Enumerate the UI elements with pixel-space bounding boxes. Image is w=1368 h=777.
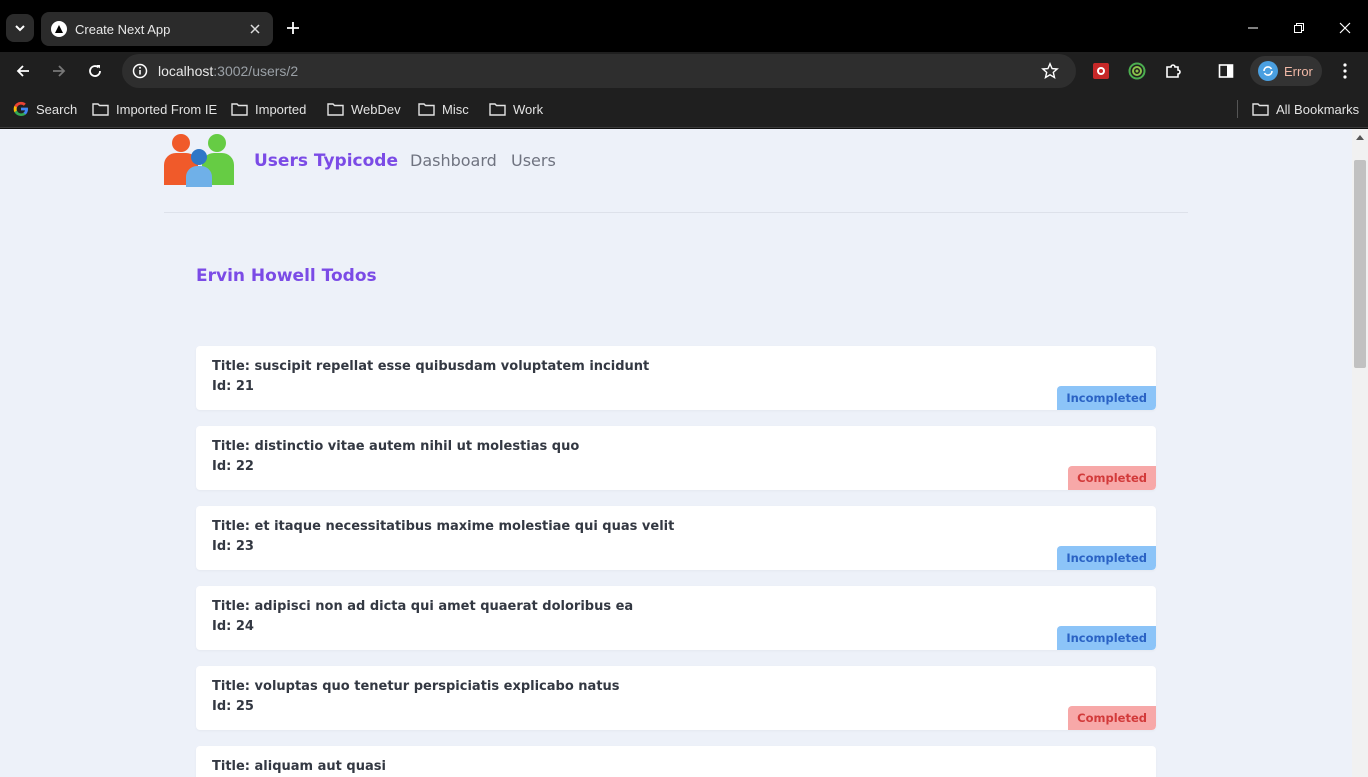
bookmark-label: Imported	[255, 101, 307, 117]
site-info-icon[interactable]	[130, 61, 150, 81]
extensions-menu-button[interactable]	[1159, 57, 1187, 85]
all-bookmarks-button[interactable]: All Bookmarks	[1252, 99, 1359, 119]
bookmarks-bar: Search Imported From IE Imported WebDev …	[0, 90, 1368, 128]
todo-title: Title: adipisci non ad dicta qui amet qu…	[212, 599, 634, 614]
address-bar[interactable]: localhost:3002/users/2	[122, 54, 1076, 88]
todo-card: Title: adipisci non ad dicta qui amet qu…	[196, 586, 1156, 650]
todo-id: Id: 23	[212, 539, 254, 554]
todo-id: Id: 21	[212, 379, 254, 394]
todo-title: Title: voluptas quo tenetur perspiciatis…	[212, 679, 620, 694]
reload-icon	[89, 65, 101, 77]
nav-link-dashboard[interactable]: Dashboard	[410, 151, 497, 170]
sync-error-icon	[1263, 66, 1273, 76]
users-logo-icon[interactable]	[164, 133, 236, 187]
bookmark-folder-work[interactable]: Work	[489, 99, 543, 119]
todo-title: Title: et itaque necessitatibus maxime m…	[212, 519, 675, 534]
restore-button[interactable]	[1276, 8, 1322, 48]
bookmark-folder-imported[interactable]: Imported	[231, 99, 306, 119]
todo-title: Title: suscipit repellat esse quibusdam …	[212, 359, 650, 374]
bookmark-label: WebDev	[351, 101, 401, 117]
page-title: Ervin Howell Todos	[196, 266, 377, 286]
bookmark-folder-misc[interactable]: Misc	[418, 99, 469, 119]
status-badge: Completed	[1068, 466, 1156, 490]
puzzle-icon	[1166, 64, 1181, 78]
todo-card: Title: distinctio vitae autem nihil ut m…	[196, 426, 1156, 490]
profile-avatar	[1258, 61, 1278, 81]
browser-toolbar: localhost:3002/users/2 Error	[0, 52, 1368, 90]
page-scrollbar[interactable]	[1352, 129, 1368, 777]
bookmark-star-icon[interactable]	[1036, 57, 1064, 85]
extension-red-icon	[1093, 63, 1109, 79]
url-text: localhost:3002/users/2	[158, 63, 1036, 79]
todo-title: Title: aliquam aut quasi	[212, 759, 386, 774]
google-icon	[13, 101, 28, 116]
arrow-right-icon	[53, 65, 66, 77]
extension-button-2[interactable]	[1123, 57, 1151, 85]
chevron-down-icon	[15, 25, 25, 32]
bookmark-folder-webdev[interactable]: WebDev	[327, 99, 401, 119]
bookmark-label: Imported From IE	[116, 101, 218, 117]
extension-button-1[interactable]	[1087, 57, 1115, 85]
bookmarks-separator	[1237, 100, 1238, 118]
reload-button[interactable]	[81, 57, 109, 85]
site-navbar: Users Typicode Dashboard Users	[164, 129, 1188, 213]
todo-id: Id: 24	[212, 619, 254, 634]
extension-target-icon	[1128, 62, 1146, 80]
scrollbar-thumb[interactable]	[1354, 160, 1366, 368]
todo-id: Id: 25	[212, 699, 254, 714]
bookmark-label: Misc	[442, 101, 469, 117]
restore-icon	[1294, 23, 1304, 33]
browser-tabstrip: Create Next App	[0, 0, 1368, 52]
status-badge: Completed	[1068, 706, 1156, 730]
todo-card: Title: et itaque necessitatibus maxime m…	[196, 506, 1156, 570]
folder-icon	[92, 103, 109, 116]
side-panel-button[interactable]	[1212, 57, 1240, 85]
folder-icon	[418, 103, 435, 116]
all-bookmarks-label: All Bookmarks	[1276, 101, 1360, 117]
new-tab-button[interactable]	[281, 16, 305, 40]
bookmark-search[interactable]: Search	[13, 99, 77, 119]
profile-button[interactable]: Error	[1250, 56, 1322, 86]
bookmark-label: Search	[36, 101, 78, 117]
back-button[interactable]	[9, 57, 37, 85]
folder-icon	[327, 103, 344, 116]
close-tab-icon[interactable]	[245, 19, 265, 39]
todo-id: Id: 22	[212, 459, 254, 474]
tab-title: Create Next App	[75, 21, 171, 37]
todo-title: Title: distinctio vitae autem nihil ut m…	[212, 439, 580, 454]
todo-card: Title: suscipit repellat esse quibusdam …	[196, 346, 1156, 410]
status-badge: Incompleted	[1057, 386, 1156, 410]
nextjs-favicon-icon	[51, 21, 67, 37]
forward-button[interactable]	[45, 57, 73, 85]
todo-card: Title: aliquam aut quasi	[196, 746, 1156, 777]
tab-search-button[interactable]	[6, 14, 34, 42]
folder-icon	[489, 103, 506, 116]
status-badge: Incompleted	[1057, 546, 1156, 570]
nav-link-users[interactable]: Users	[511, 151, 556, 170]
url-host: localhost	[158, 63, 214, 79]
folder-icon	[1252, 103, 1269, 116]
page-viewport: Users Typicode Dashboard Users Ervin How…	[0, 129, 1352, 777]
bookmark-label: Work	[513, 101, 544, 117]
side-panel-icon	[1218, 64, 1234, 78]
url-path: :3002/users/2	[213, 63, 299, 79]
todo-card: Title: voluptas quo tenetur perspiciatis…	[196, 666, 1156, 730]
browser-menu-button[interactable]	[1331, 57, 1359, 85]
status-badge: Incompleted	[1057, 626, 1156, 650]
bookmark-folder-imported-from-ie[interactable]: Imported From IE	[92, 99, 217, 119]
minimize-button[interactable]	[1230, 8, 1276, 48]
minimize-icon	[1248, 27, 1258, 29]
close-window-button[interactable]	[1322, 8, 1368, 48]
scroll-up-arrow-icon[interactable]	[1356, 135, 1364, 140]
arrow-left-icon	[16, 65, 29, 77]
profile-label: Error	[1284, 63, 1313, 79]
close-icon	[1339, 22, 1351, 34]
tab-active[interactable]: Create Next App	[41, 12, 273, 46]
plus-icon	[287, 22, 299, 34]
folder-icon	[231, 103, 248, 116]
kebab-menu-icon	[1343, 63, 1347, 79]
brand-link[interactable]: Users Typicode	[254, 151, 398, 171]
